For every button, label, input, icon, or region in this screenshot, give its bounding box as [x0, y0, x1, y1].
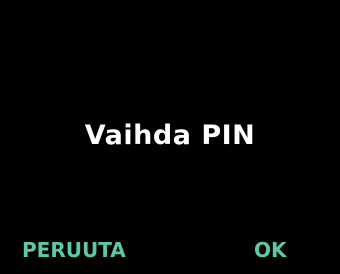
cancel-button[interactable]: PERUUTA	[22, 236, 126, 264]
device-screen: Vaihda PIN PERUUTA OK	[0, 0, 340, 274]
ok-button[interactable]: OK	[254, 236, 287, 264]
dialog-title: Vaihda PIN	[84, 120, 256, 151]
